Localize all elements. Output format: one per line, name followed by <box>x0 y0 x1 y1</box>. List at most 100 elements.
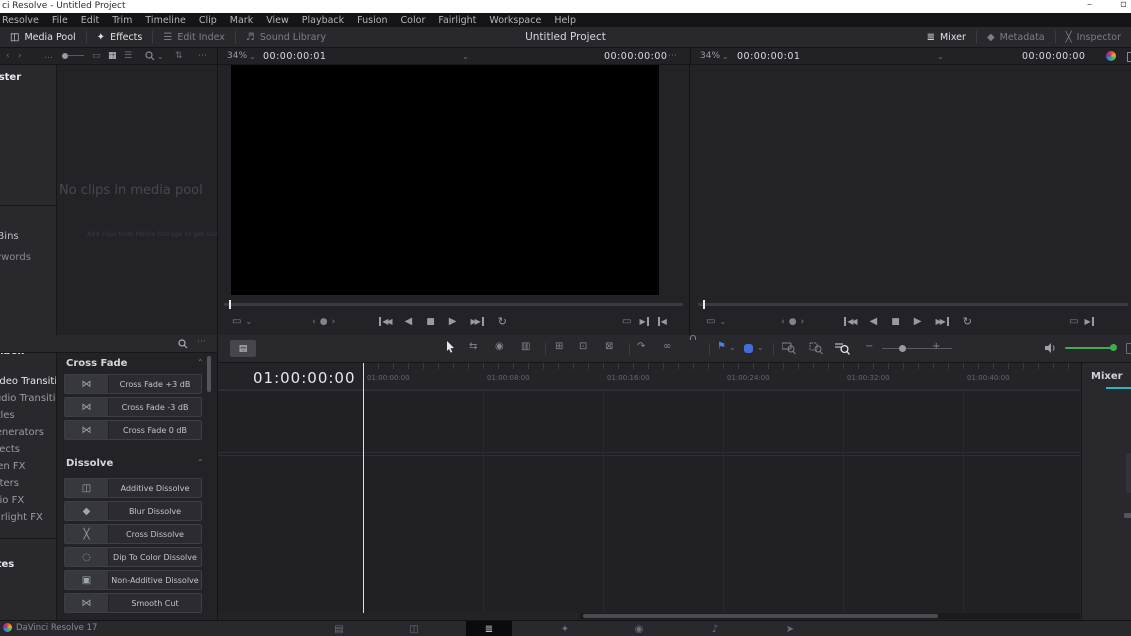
timeline-scrub-bar[interactable] <box>698 303 1128 306</box>
tab-cut[interactable]: ◫ <box>391 621 437 636</box>
marker-chevron-icon[interactable]: ⌄ <box>757 343 764 352</box>
metadata-button[interactable]: ◆ Metadata <box>977 27 1055 47</box>
timeline-scrub-playhead[interactable] <box>703 300 705 309</box>
menu-mark[interactable]: Mark <box>230 15 253 26</box>
tab-media[interactable]: ▤ <box>316 621 362 636</box>
timeline-hscroll-thumb[interactable] <box>583 614 938 618</box>
category-video-transitions[interactable]: Video Transitions <box>0 373 56 390</box>
insert-clip-icon[interactable]: ⊞ <box>555 341 563 352</box>
timeline-dropdown-icon[interactable]: ⌄ <box>937 52 944 61</box>
menu-view[interactable]: View <box>266 15 289 26</box>
menu-playback[interactable]: Playback <box>302 15 344 26</box>
bin-smart-bins[interactable]: Smart Bins <box>0 231 56 242</box>
transition-cross-dissolve[interactable]: ╳ Cross Dissolve <box>64 524 202 544</box>
source-goto-out-icon[interactable]: ▶ <box>639 317 648 326</box>
mixer-fader-handle[interactable] <box>1124 513 1131 518</box>
source-scrub-bar[interactable] <box>224 303 683 306</box>
category-open-fx[interactable]: Open FX <box>0 458 56 475</box>
menu-file[interactable]: File <box>52 15 68 26</box>
transition-blur-dissolve[interactable]: ◆ Blur Dissolve <box>64 501 202 521</box>
timeline-last-frame-button[interactable]: ▶▶ <box>935 317 948 326</box>
effects-button[interactable]: ✦ Effects <box>87 27 153 47</box>
category-effects[interactable]: Effects <box>0 441 56 458</box>
tab-fairlight[interactable]: ♪ <box>692 621 738 636</box>
category-favorites[interactable]: Favorites <box>0 556 56 573</box>
media-pool-button[interactable]: ◫ Media Pool <box>0 27 86 47</box>
detail-zoom-icon[interactable] <box>809 342 823 354</box>
left-panel-divider[interactable] <box>217 65 218 620</box>
source-play-reverse-button[interactable]: ◀ <box>405 316 413 327</box>
source-loop-button[interactable]: ↻ <box>498 315 507 328</box>
timeline-display-chevron-icon[interactable]: ⌄ <box>719 317 726 326</box>
category-generators[interactable]: Generators <box>0 424 56 441</box>
menu-workspace[interactable]: Workspace <box>489 15 541 26</box>
tab-color[interactable]: ◉ <box>616 621 662 636</box>
effects-options-icon[interactable]: ⋯ <box>197 337 206 347</box>
blade-edit-mode-icon[interactable]: ▥ <box>521 341 530 352</box>
menu-fusion[interactable]: Fusion <box>357 15 387 26</box>
transition-smooth-cut[interactable]: ⋈ Smooth Cut <box>64 593 202 613</box>
timeline-playhead[interactable] <box>363 363 364 613</box>
overwrite-clip-icon[interactable]: ⊡ <box>579 341 587 352</box>
trim-edit-mode-icon[interactable]: ⇆ <box>469 341 477 352</box>
media-search-icon[interactable] <box>145 51 155 61</box>
timeline-hscrollbar[interactable] <box>580 613 1080 619</box>
timeline-tracks-area[interactable] <box>217 390 1080 613</box>
category-titles[interactable]: Titles <box>0 407 56 424</box>
source-display-chevron-icon[interactable]: ⌄ <box>245 317 252 326</box>
link-clips-icon[interactable]: ∞ <box>663 341 671 352</box>
bin-back-icon[interactable]: ‹ <box>6 51 10 61</box>
timeline-settings-icon[interactable] <box>1126 343 1131 354</box>
audio-volume-handle[interactable] <box>1110 344 1117 351</box>
timeline-loop-button[interactable]: ↻ <box>963 315 972 328</box>
thumb-size-handle[interactable] <box>62 53 68 59</box>
selection-mode-icon[interactable] <box>445 340 456 353</box>
replace-clip-icon[interactable]: ⊠ <box>605 341 613 352</box>
timeline-cinema-viewer-icon[interactable]: ▭ <box>1069 316 1078 327</box>
menu-resolve[interactable]: Resolve <box>2 15 39 26</box>
transition-non-additive-dissolve[interactable]: ▣ Non-Additive Dissolve <box>64 570 202 590</box>
transition-cross-fade-minus3[interactable]: ⋈ Cross Fade -3 dB <box>64 397 202 417</box>
timeline-zoom-slider[interactable] <box>882 348 952 349</box>
bin-forward-icon[interactable]: › <box>18 51 22 61</box>
resolve-color-logo-icon[interactable] <box>1106 51 1116 61</box>
timeline-zoom-level[interactable]: 34% <box>700 51 720 61</box>
grab-still-icon[interactable] <box>1127 52 1131 62</box>
transition-cross-fade-plus3[interactable]: ⋈ Cross Fade +3 dB <box>64 374 202 394</box>
effects-search-icon[interactable] <box>178 339 188 349</box>
source-goto-in-icon[interactable]: ◀ <box>658 317 665 326</box>
category-fairlight-fx[interactable]: Fairlight FX <box>0 509 56 526</box>
thumbnail-view-icon[interactable]: ▦ <box>108 51 117 61</box>
timeline-display-mode-icon[interactable]: ▭ <box>706 316 715 327</box>
list-view-icon[interactable]: ☰ <box>124 51 132 61</box>
timeline-play-button[interactable]: ▶ <box>914 316 922 327</box>
transition-additive-dissolve[interactable]: ◫ Additive Dissolve <box>64 478 202 498</box>
source-stop-button[interactable]: ■ <box>426 317 435 327</box>
timeline-zoom-chevron-icon[interactable]: ⌄ <box>722 52 729 61</box>
transitions-scrollbar[interactable] <box>207 356 211 392</box>
tab-edit[interactable]: ≣ <box>466 621 512 636</box>
search-chevron-icon[interactable]: ⌄ <box>157 52 164 61</box>
source-video-area[interactable] <box>231 65 659 295</box>
audio-mute-icon[interactable] <box>1045 342 1057 354</box>
timeline-zoom-handle[interactable] <box>899 345 906 352</box>
source-options-icon[interactable]: ⋯ <box>668 51 677 61</box>
menu-trim[interactable]: Trim <box>112 15 132 26</box>
flag-icon[interactable]: ⚑ <box>717 341 726 352</box>
menu-clip[interactable]: Clip <box>199 15 217 26</box>
section-cross-fade-collapse-icon[interactable]: ⌃ <box>197 358 204 367</box>
timeline-goto-out-icon[interactable]: ▶ <box>1084 317 1093 326</box>
menu-edit[interactable]: Edit <box>81 15 99 26</box>
sort-icon[interactable]: ⇅ <box>175 51 183 61</box>
strip-view-icon[interactable]: ▭ <box>92 51 101 61</box>
timeline-jog-control[interactable]: ‹●› <box>781 317 808 327</box>
category-audio-transitions[interactable]: Audio Transitions <box>0 390 56 407</box>
bin-more-icon[interactable]: … <box>44 51 53 61</box>
sound-library-button[interactable]: ♬ Sound Library <box>236 27 336 47</box>
source-clip-dropdown-icon[interactable]: ⌄ <box>462 52 469 61</box>
source-play-button[interactable]: ▶ <box>449 316 457 327</box>
category-filters[interactable]: Filters <box>0 475 56 492</box>
section-dissolve-collapse-icon[interactable]: ⌃ <box>197 458 204 467</box>
source-jog-control[interactable]: ‹●› <box>312 317 339 327</box>
tab-fusion[interactable]: ✦ <box>542 621 588 636</box>
